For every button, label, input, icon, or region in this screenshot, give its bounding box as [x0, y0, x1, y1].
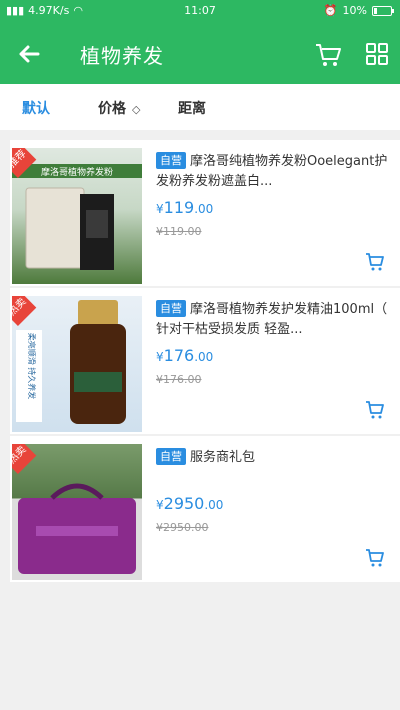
product-title: 自营 服务商礼包	[156, 448, 392, 488]
original-price: ¥119.00	[156, 225, 202, 238]
original-price: ¥2950.00	[156, 521, 209, 534]
cart-icon	[366, 549, 384, 567]
tab-price-label: 价格	[98, 101, 126, 117]
product-title-text: 摩洛哥纯植物养发粉Ooelegant护发粉养发粉遮盖白...	[156, 154, 388, 189]
add-to-cart-button[interactable]	[364, 250, 386, 272]
product-title: 自营 摩洛哥植物养发护发精油100ml（ 针对干枯受损发质 轻盈...	[156, 300, 392, 340]
product-card[interactable]: 柔亮顺滑 持久养发 热卖 自营 摩洛哥植物养发护发精油100ml（ 针对干枯受损发…	[10, 288, 400, 434]
price-int: 176	[163, 346, 195, 365]
product-price: ¥176.00	[156, 346, 392, 365]
original-price: ¥176.00	[156, 373, 202, 386]
price-int: 2950	[163, 494, 205, 513]
cart-icon	[366, 401, 384, 419]
thumb-caption: 柔亮顺滑 持久养发	[27, 333, 37, 400]
grid-icon	[366, 43, 388, 65]
product-title: 自营 摩洛哥纯植物养发粉Ooelegant护发粉养发粉遮盖白...	[156, 152, 392, 192]
cart-icon	[316, 44, 341, 66]
battery-percent: 10%	[342, 4, 367, 17]
product-info: 自营 服务商礼包 ¥2950.00 ¥2950.00	[156, 448, 392, 534]
gift-bag-image	[18, 483, 136, 574]
grid-view-button[interactable]	[362, 39, 392, 69]
product-card[interactable]: 热卖 自营 服务商礼包 ¥2950.00 ¥2950.00	[10, 436, 400, 582]
product-price: ¥2950.00	[156, 494, 392, 513]
price-dec: .00	[194, 350, 214, 364]
price-symbol: ¥	[156, 202, 164, 216]
product-title-text: 摩洛哥植物养发护发精油100ml（ 针对干枯受损发质 轻盈...	[156, 302, 388, 337]
back-button[interactable]	[14, 39, 44, 69]
hair-oil-image: 柔亮顺滑 持久养发	[16, 300, 126, 424]
sort-bar: 默认 价格 ◇ 距离	[0, 84, 400, 130]
tab-distance[interactable]: 距离	[178, 98, 206, 118]
product-image[interactable]: 热卖	[12, 444, 142, 580]
price-dec: .00	[194, 202, 214, 216]
hair-powder-image: 摩洛哥植物养发粉	[12, 164, 142, 270]
price-dec: .00	[204, 498, 224, 512]
tab-price[interactable]: 价格 ◇	[98, 98, 140, 118]
product-card[interactable]: 摩洛哥植物养发粉 推荐 自营 摩洛哥纯植物养发粉Ooelegant护发粉养发粉遮盖…	[10, 140, 400, 286]
tab-default[interactable]: 默认	[22, 98, 50, 118]
battery-icon	[372, 5, 394, 16]
status-bar: ▮▮▮ 4.97K/s ◠ 11:07 ⏰ 10%	[0, 0, 400, 22]
cart-button[interactable]	[313, 39, 343, 69]
price-symbol: ¥	[156, 498, 164, 512]
add-to-cart-button[interactable]	[364, 546, 386, 568]
cart-icon	[366, 253, 384, 271]
alarm-icon: ⏰	[323, 4, 338, 17]
thumb-caption: 摩洛哥植物养发粉	[41, 166, 113, 178]
product-info: 自营 摩洛哥植物养发护发精油100ml（ 针对干枯受损发质 轻盈... ¥176.…	[156, 300, 392, 386]
add-to-cart-button[interactable]	[364, 398, 386, 420]
status-right: ⏰ 10%	[323, 4, 394, 17]
product-title-text: 服务商礼包	[190, 450, 256, 465]
self-operated-tag: 自营	[156, 448, 186, 465]
self-operated-tag: 自营	[156, 152, 186, 169]
app-header: 植物养发	[0, 22, 400, 84]
page-title: 植物养发	[80, 44, 164, 68]
product-price: ¥119.00	[156, 198, 392, 217]
product-image[interactable]: 柔亮顺滑 持久养发 热卖	[12, 296, 142, 432]
price-int: 119	[163, 198, 195, 217]
self-operated-tag: 自营	[156, 300, 186, 317]
product-info: 自营 摩洛哥纯植物养发粉Ooelegant护发粉养发粉遮盖白... ¥119.00…	[156, 152, 392, 238]
price-symbol: ¥	[156, 350, 164, 364]
sort-arrow-icon: ◇	[132, 103, 141, 116]
back-arrow-icon	[19, 45, 40, 63]
product-image[interactable]: 摩洛哥植物养发粉 推荐	[12, 148, 142, 284]
